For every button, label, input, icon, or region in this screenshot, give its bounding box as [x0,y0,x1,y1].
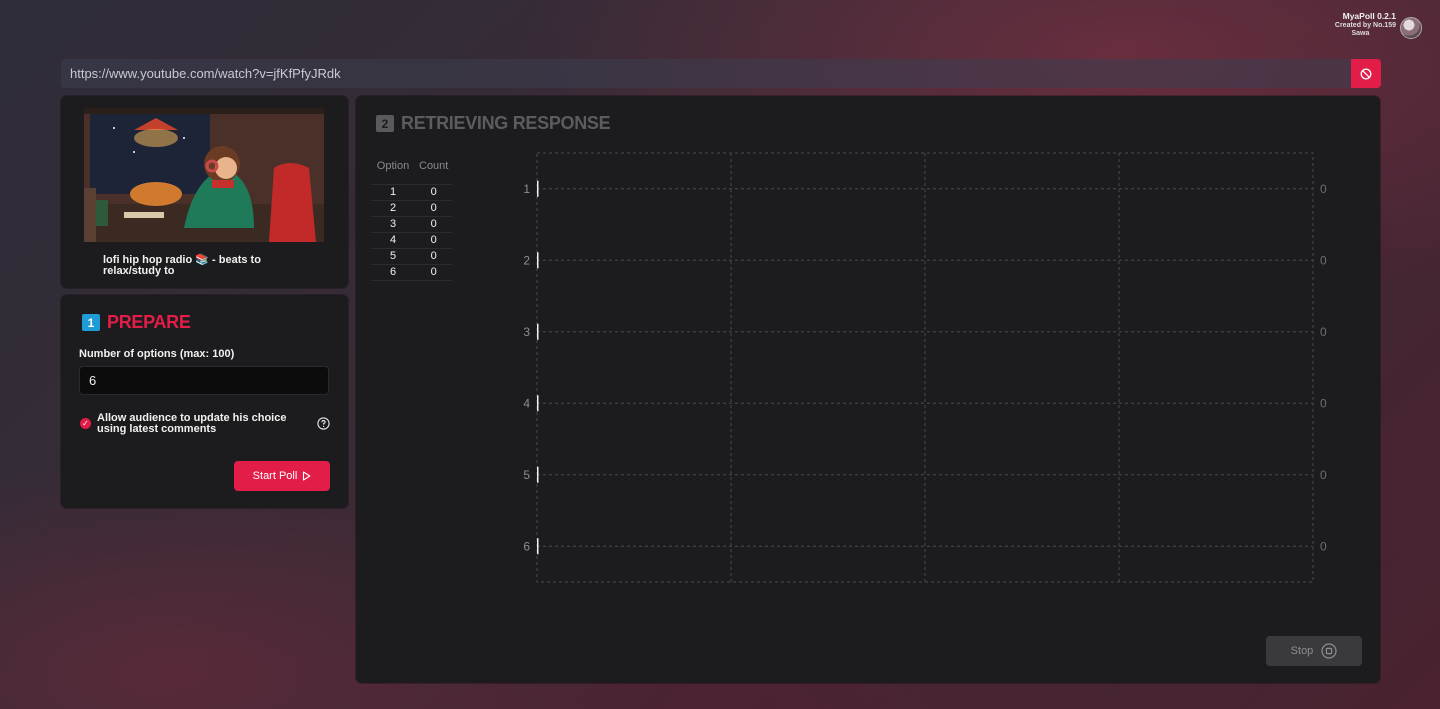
avatar[interactable] [1400,17,1422,39]
options-count-label: Number of options (max: 100) [79,348,235,360]
chart-bar [537,323,539,340]
video-card: lofi hip hop radio 📚 - beats to relax/st… [61,96,348,288]
prepare-heading: 1 PREPARE [82,312,191,333]
app-credit-author: Sawa [1351,29,1370,37]
play-outline-icon [303,471,311,481]
chart-bar [537,180,539,197]
ban-icon [1360,68,1372,79]
chart-value-label: 0 [1320,325,1327,339]
chart-category-label: 4 [523,396,530,410]
chart-value-label: 0 [1320,182,1327,196]
chart-value-label: 0 [1320,539,1327,553]
url-bar [61,59,1351,88]
chart-frame [536,152,1314,583]
allow-update-label: Allow audience to update his choice usin… [97,412,287,435]
start-poll-button[interactable]: Start Poll [234,461,330,491]
stop-circle-icon [1321,643,1337,659]
clear-url-button[interactable] [1351,59,1381,88]
app-name: MyaPoll 0.2.1 [1342,11,1396,21]
app-brand: MyaPoll 0.2.1 Created by No.159 Sawa [1334,11,1396,38]
chart-value-label: 0 [1320,468,1327,482]
start-poll-label: Start Poll [252,470,298,482]
chart-category-label: 2 [523,253,530,267]
chart-bar [537,395,539,412]
allow-update-checkbox[interactable]: ✓ [80,418,91,429]
step-1-badge: 1 [82,314,100,331]
chart-bar [537,252,539,269]
poll-bar-chart: 1 0 2 0 3 0 4 0 5 0 6 0 [523,152,1327,583]
url-input[interactable] [70,66,1351,81]
video-thumbnail[interactable] [84,108,324,242]
stop-label: Stop [1290,645,1314,657]
chart-category-label: 6 [523,539,530,553]
chart-value-label: 0 [1320,253,1327,267]
chart-bar [537,466,539,483]
prepare-panel: 1 PREPARE Number of options (max: 100) ✓… [61,295,348,508]
chart-bar [537,538,539,555]
chart-value-label: 0 [1320,396,1327,410]
video-title: lofi hip hop radio 📚 - beats to relax/st… [103,254,261,277]
options-count-input[interactable] [79,366,329,395]
stop-button[interactable]: Stop [1266,636,1362,666]
chart-category-label: 5 [523,468,530,482]
app-credit: Created by No.159 [1334,21,1396,29]
chart-category-label: 3 [523,325,530,339]
prepare-title: PREPARE [107,312,191,332]
response-panel: 2 RETRIEVING RESPONSE Option Count 10 20… [356,96,1380,683]
help-icon[interactable] [317,417,330,430]
chart-category-label: 1 [523,182,530,196]
